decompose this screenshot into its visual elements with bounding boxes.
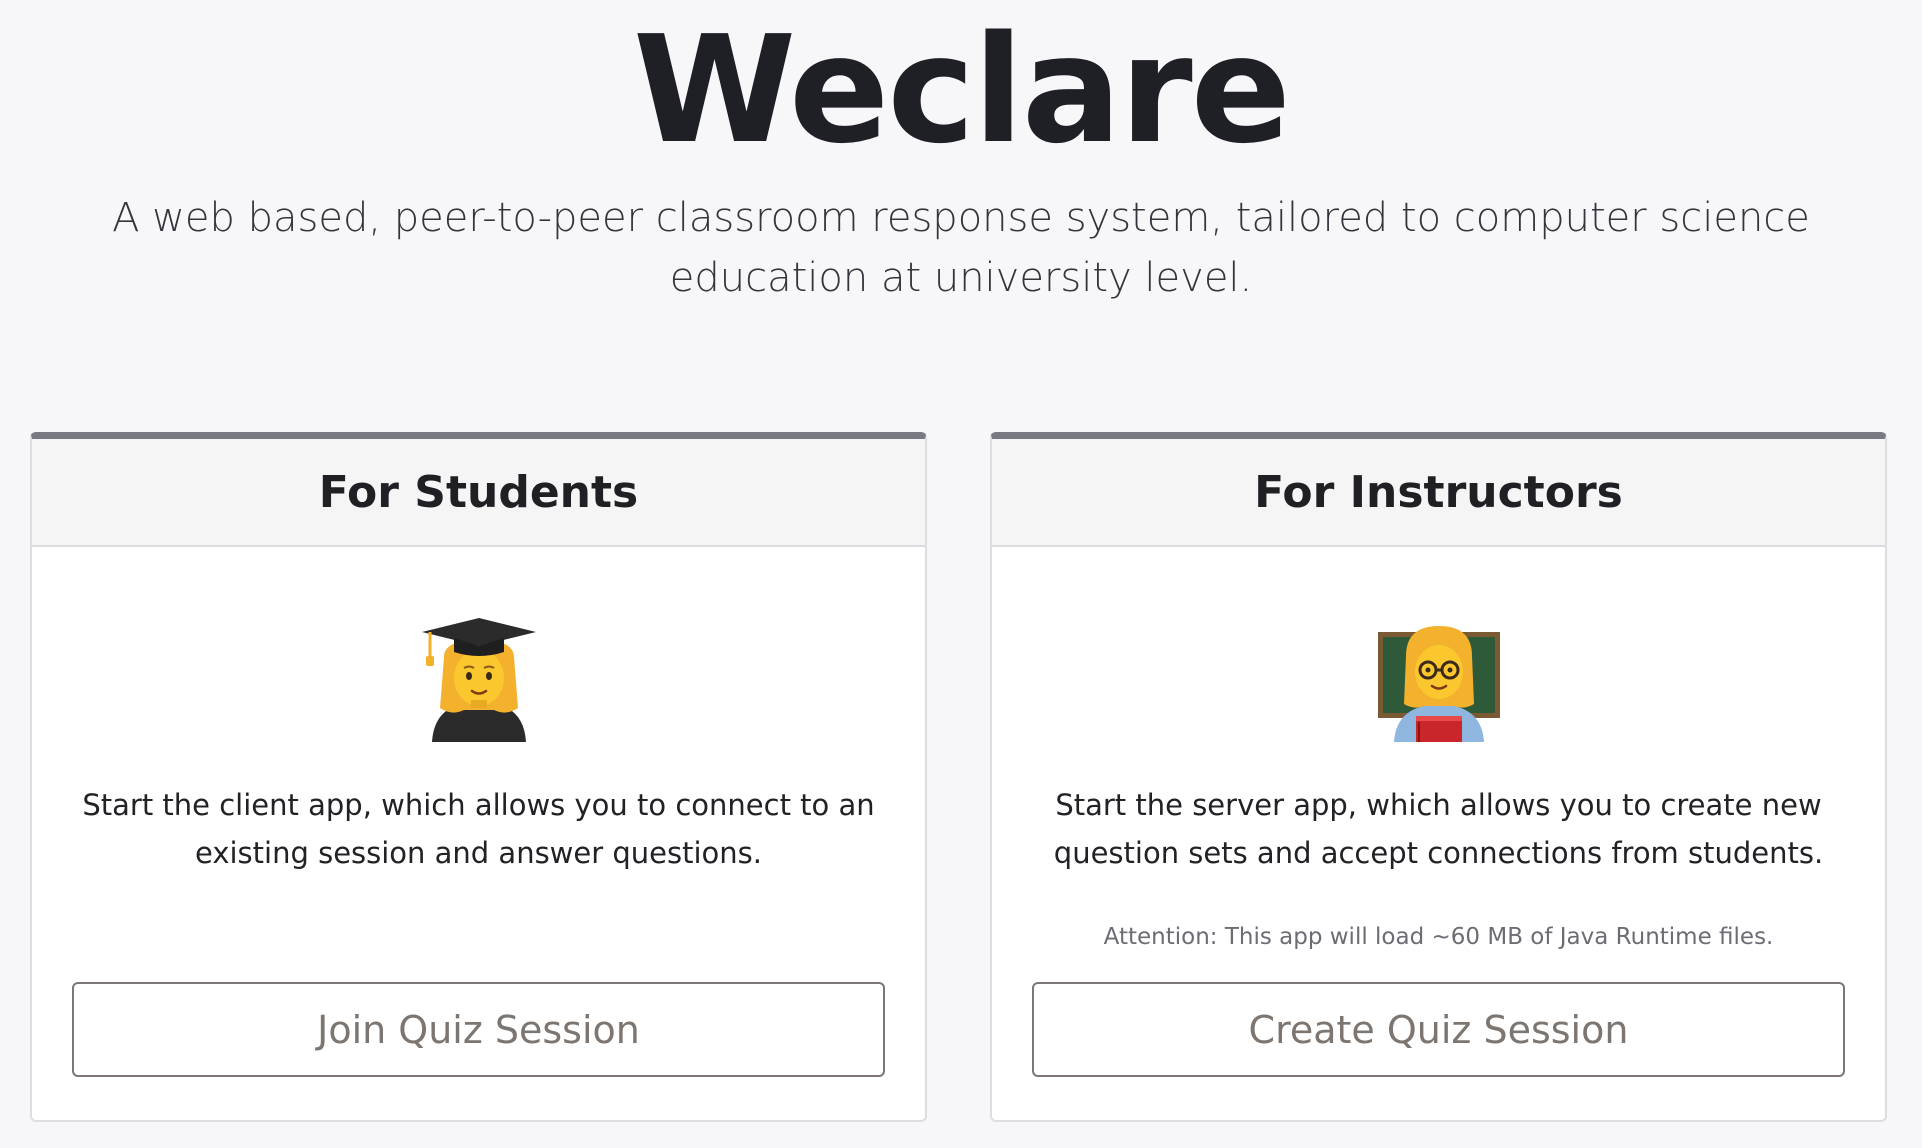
instructors-card-heading: For Instructors xyxy=(1254,466,1623,518)
instructors-card-header: For Instructors xyxy=(992,439,1885,547)
create-quiz-session-button[interactable]: Create Quiz Session xyxy=(1032,982,1845,1077)
page-subtitle: A web based, peer-to-peer classroom resp… xyxy=(112,195,1810,301)
students-card-heading: For Students xyxy=(318,466,639,518)
students-card-description: Start the client app, which allows you t… xyxy=(82,788,875,870)
instructors-card-body: Start the server app, which allows you t… xyxy=(992,547,1885,1120)
java-runtime-note: Attention: This app will load ~60 MB of … xyxy=(1103,924,1774,950)
instructors-card: For Instructors Start the server app, wh… xyxy=(990,432,1887,1122)
join-quiz-session-button[interactable]: Join Quiz Session xyxy=(72,982,885,1077)
instructors-card-description: Start the server app, which allows you t… xyxy=(1053,788,1824,870)
students-card: For Students Start the client app, which… xyxy=(30,432,927,1122)
page-title: Weclare xyxy=(632,4,1291,176)
students-card-header: For Students xyxy=(32,439,925,547)
woman-student-icon xyxy=(421,618,536,742)
woman-teacher-icon xyxy=(1377,626,1500,742)
students-card-body: Start the client app, which allows you t… xyxy=(32,547,925,1120)
